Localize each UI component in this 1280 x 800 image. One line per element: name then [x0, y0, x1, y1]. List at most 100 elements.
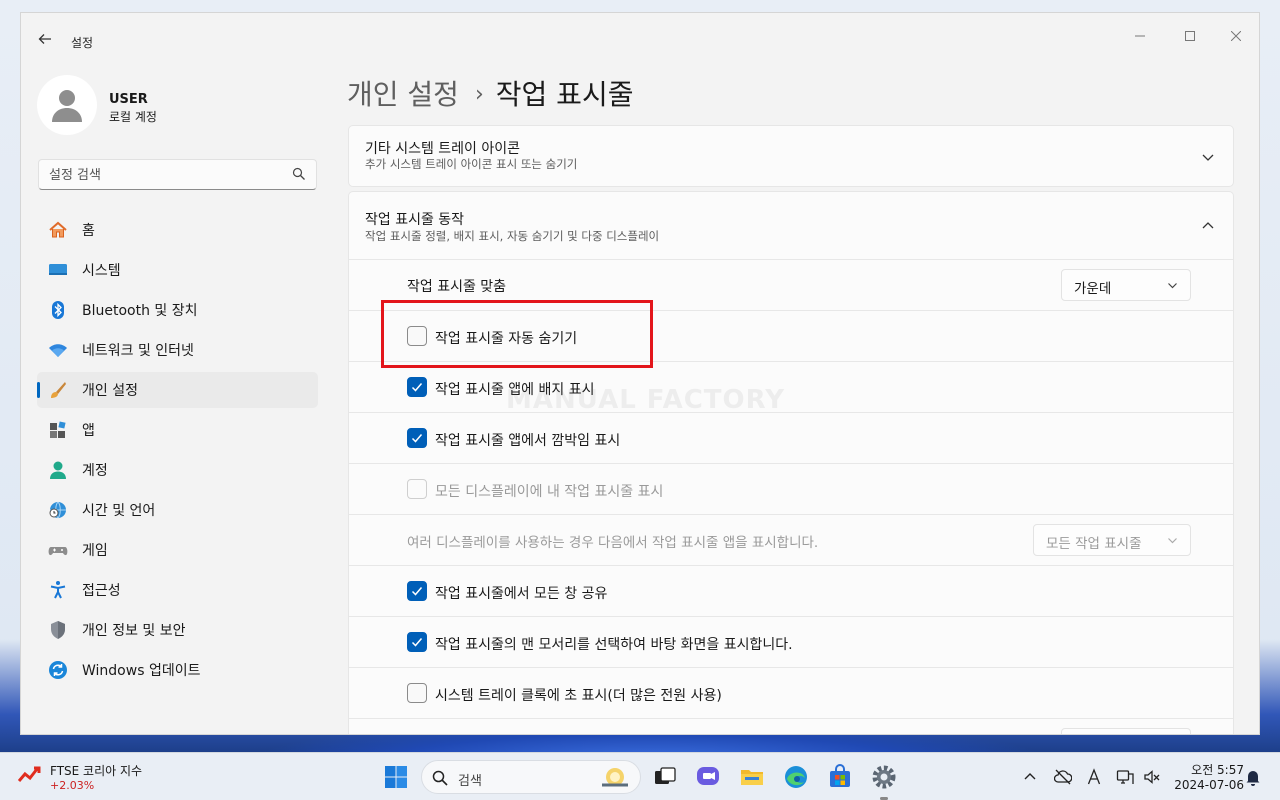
chevron-down-icon [1202, 154, 1214, 161]
show-hidden-icons-button[interactable] [1020, 767, 1040, 787]
sidebar-item-label: 계정 [82, 463, 108, 479]
sidebar-item-label: 접근성 [82, 583, 121, 599]
sidebar-item-windows-update[interactable]: Windows 업데이트 [37, 652, 318, 688]
market-widget[interactable]: FTSE 코리아 지수 +2.03% [18, 761, 178, 795]
page-title: 작업 표시줄 [495, 78, 634, 111]
ime-letter-icon [1087, 768, 1101, 785]
show-desktop-checkbox[interactable] [407, 632, 427, 652]
edge-browser-icon [785, 766, 807, 788]
clock-seconds-row[interactable]: 시스템 트레이 클록에 초 표시(더 많은 전원 사용) [349, 667, 1233, 718]
minimize-icon [1135, 35, 1145, 37]
search-icon [432, 770, 448, 786]
sidebar-item-personalization[interactable]: 개인 설정 [37, 372, 318, 408]
folder-icon [741, 770, 763, 785]
badges-checkbox[interactable] [407, 377, 427, 397]
sidebar-item-system[interactable]: 시스템 [37, 252, 318, 288]
sidebar-item-label: 시간 및 언어 [82, 503, 156, 519]
back-arrow-icon [38, 34, 51, 44]
shield-icon [48, 620, 68, 640]
user-name: USER [109, 92, 148, 107]
widget-title: FTSE 코리아 지수 [50, 764, 143, 778]
globe-clock-icon [48, 500, 68, 520]
sidebar-item-accounts[interactable]: 계정 [37, 452, 318, 488]
sidebar-item-accessibility[interactable]: 접근성 [37, 572, 318, 608]
onedrive-tray[interactable] [1053, 767, 1073, 787]
clock-seconds-checkbox[interactable] [407, 683, 427, 703]
badges-row[interactable]: 작업 표시줄 앱에 배지 표시 [349, 361, 1233, 412]
clock-time[interactable]: 오전 5:57 [1180, 761, 1244, 778]
taskbar-search-text: 검색 [458, 774, 482, 789]
sidebar-item-label: 네트워크 및 인터넷 [82, 343, 194, 359]
edge-browser-app[interactable] [782, 763, 810, 791]
taskbar-behaviors-header[interactable]: 작업 표시줄 동작 작업 표시줄 정렬, 배지 표시, 자동 숨기기 및 다중 … [349, 192, 1233, 259]
alignment-dropdown[interactable]: 가운데 [1061, 269, 1191, 301]
microsoft-store-app[interactable] [826, 763, 854, 791]
speaker-muted-icon [1144, 770, 1160, 784]
chat-app[interactable] [694, 763, 722, 791]
flashing-row[interactable]: 작업 표시줄 앱에서 깜박임 표시 [349, 412, 1233, 463]
checkmark-icon [411, 638, 423, 647]
checkmark-icon [411, 383, 423, 392]
store-icon [830, 764, 850, 787]
sidebar-nav: 홈 시스템 Bluetooth 및 장치 네트워크 및 인터넷 개인 설정 앱 … [37, 212, 318, 692]
sidebar-item-home[interactable]: 홈 [37, 212, 318, 248]
share-windows-row[interactable]: 작업 표시줄에서 모든 창 공유 [349, 565, 1233, 616]
app-title: 설정 [71, 36, 94, 50]
checkbox-label: 작업 표시줄의 맨 모서리를 선택하여 바탕 화면을 표시합니다. [435, 637, 793, 653]
gear-icon [872, 765, 896, 789]
sidebar-item-apps[interactable]: 앱 [37, 412, 318, 448]
dropdown-value: 가운데 [1074, 281, 1112, 297]
card-subtitle: 추가 시스템 트레이 아이콘 표시 또는 숨기기 [365, 157, 578, 171]
checkbox-label: 모든 디스플레이에 내 작업 표시줄 표시 [435, 484, 664, 500]
task-view-button[interactable] [651, 763, 679, 791]
notifications-button[interactable] [1243, 767, 1263, 787]
sidebar-item-time-language[interactable]: 시간 및 언어 [37, 492, 318, 528]
taskbar-search[interactable]: 검색 [421, 760, 641, 794]
bluetooth-icon [48, 300, 68, 320]
user-silhouette-icon [52, 90, 82, 122]
accessibility-icon [48, 580, 68, 600]
sidebar-item-bluetooth[interactable]: Bluetooth 및 장치 [37, 292, 318, 328]
checkmark-icon [411, 434, 423, 443]
show-desktop-row[interactable]: 작업 표시줄의 맨 모서리를 선택하여 바탕 화면을 표시합니다. [349, 616, 1233, 667]
volume-tray[interactable] [1142, 767, 1162, 787]
cloud-offline-icon [1054, 769, 1072, 785]
minimize-button[interactable] [1117, 21, 1163, 51]
maximize-button[interactable] [1167, 21, 1213, 51]
close-button[interactable] [1213, 21, 1259, 51]
title-bar: 설정 [21, 13, 1259, 53]
card-subtitle: 작업 표시줄 정렬, 배지 표시, 자동 숨기기 및 다중 디스플레이 [365, 229, 660, 243]
close-icon [1231, 31, 1241, 41]
share-windows-checkbox[interactable] [407, 581, 427, 601]
breadcrumb-parent[interactable]: 개인 설정 [347, 78, 459, 111]
card-title: 기타 시스템 트레이 아이콘 [365, 141, 521, 157]
flashing-checkbox[interactable] [407, 428, 427, 448]
sidebar-item-label: Bluetooth 및 장치 [82, 303, 198, 319]
file-explorer-app[interactable] [738, 763, 766, 791]
search-highlight-art [602, 768, 628, 787]
chevron-up-icon [1202, 222, 1214, 229]
search-input[interactable] [49, 166, 279, 184]
next-row-dropdown[interactable] [1061, 728, 1191, 734]
input-method-tray[interactable] [1084, 767, 1104, 787]
settings-app[interactable] [870, 763, 898, 791]
chevron-down-icon [1168, 283, 1177, 289]
sidebar-item-gaming[interactable]: 게임 [37, 532, 318, 568]
sidebar-item-label: Windows 업데이트 [82, 663, 201, 679]
multi-display-dropdown: 모든 작업 표시줄 [1033, 524, 1191, 556]
maximize-icon [1185, 31, 1195, 41]
windows-start-icon[interactable] [384, 765, 408, 789]
other-tray-icons-card[interactable]: 기타 시스템 트레이 아이콘 추가 시스템 트레이 아이콘 표시 또는 숨기기 [348, 125, 1234, 187]
back-button[interactable] [33, 27, 57, 51]
checkbox-label: 작업 표시줄에서 모든 창 공유 [435, 586, 608, 602]
all-displays-checkbox [407, 479, 427, 499]
account-type: 로컬 계정 [109, 110, 157, 124]
annotation-highlight-box [381, 300, 653, 368]
clock-date[interactable]: 2024-07-06 [1162, 778, 1244, 792]
sidebar-item-privacy-security[interactable]: 개인 정보 및 보안 [37, 612, 318, 648]
sidebar-item-network[interactable]: 네트워크 및 인터넷 [37, 332, 318, 368]
watermark: MANUAL FACTORY [506, 385, 786, 415]
network-tray[interactable] [1115, 767, 1135, 787]
breadcrumb-separator: › [474, 82, 484, 107]
settings-search[interactable] [38, 159, 317, 190]
